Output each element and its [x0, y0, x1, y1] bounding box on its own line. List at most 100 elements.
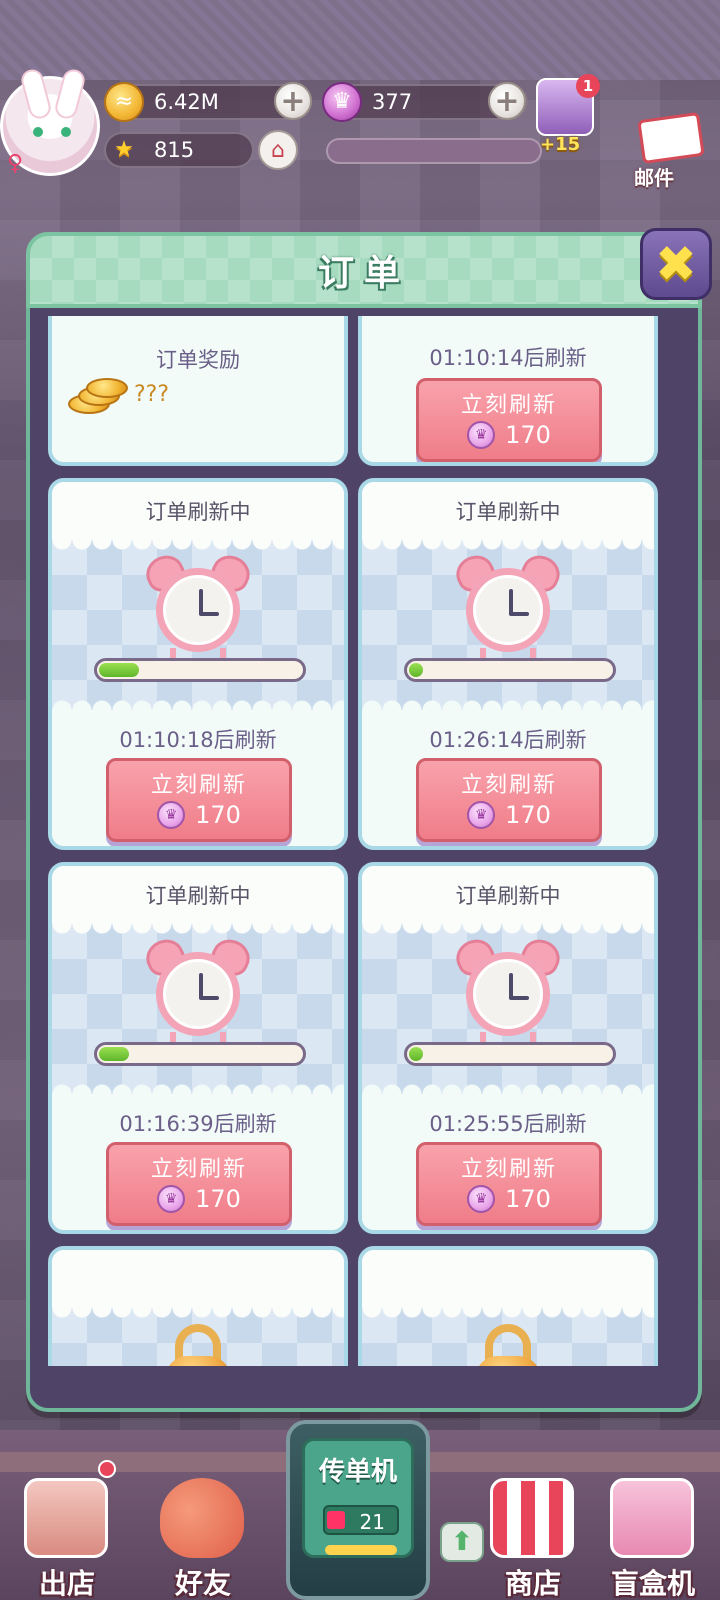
mail-label: 邮件 — [634, 166, 674, 190]
refresh-now-button[interactable]: 立刻刷新 ♛ 170 — [416, 378, 602, 462]
card-status — [362, 1250, 654, 1308]
blind-box-machine-icon — [610, 1478, 694, 1558]
refresh-now-button[interactable]: 立刻刷新 ♛ 170 — [416, 758, 602, 842]
card-status: 订单刷新中 — [362, 482, 654, 540]
coin-amount: 6.42M — [154, 90, 219, 114]
card-footer: 01:26:14后刷新 立刻刷新 ♛ 170 — [362, 710, 654, 846]
nav-blind-box[interactable]: 盲盒机 — [598, 1470, 708, 1600]
progress-fill — [99, 1047, 129, 1061]
close-x-icon: ✖ — [655, 235, 697, 293]
crown-gem-icon: ♛ — [467, 801, 496, 829]
card-status: 订单刷新中 — [362, 866, 654, 924]
upgrade-arrow-button[interactable]: ⬆ — [440, 1522, 484, 1562]
orders-dialog: 订单 ✖ 订单奖励 ??? 01:10:14后刷新 立刻刷新 ♛ 170 订单刷… — [26, 228, 712, 1412]
background-awning — [0, 0, 720, 80]
crown-gem-icon: ♛ — [157, 1185, 186, 1213]
refresh-progress-bar — [94, 658, 306, 682]
button-label: 立刻刷新 — [460, 1157, 557, 1182]
star-counter: ★ 815 — [104, 132, 254, 168]
crown-gem-icon: ♛ — [157, 801, 186, 829]
alarm-clock-icon — [450, 549, 566, 658]
button-label: 立刻刷新 — [460, 773, 557, 798]
card-pattern — [362, 924, 654, 1094]
order-card-locked — [358, 1246, 658, 1366]
orders-scroll-list[interactable]: 订单奖励 ??? 01:10:14后刷新 立刻刷新 ♛ 170 订单刷新中 01… — [48, 316, 678, 1366]
card-pattern — [52, 540, 344, 710]
add-coins-button[interactable]: + — [274, 82, 312, 120]
card-footer: 01:25:55后刷新 立刻刷新 ♛ 170 — [362, 1094, 654, 1230]
button-label: 立刻刷新 — [150, 773, 247, 798]
progress-fill — [99, 663, 139, 677]
refresh-cost: 170 — [505, 421, 551, 449]
card-status: 订单刷新中 — [52, 866, 344, 924]
avatar-ear — [18, 67, 54, 121]
refresh-timer: 01:26:14后刷新 — [429, 728, 587, 752]
crown-gem-icon: ♛ — [467, 421, 496, 449]
refresh-progress-bar — [404, 658, 616, 682]
flyer-progress — [325, 1545, 397, 1555]
refresh-now-button[interactable]: 立刻刷新 ♛ 170 — [416, 1142, 602, 1226]
reward-value: ??? — [134, 382, 170, 407]
progress-fill — [409, 663, 423, 677]
nav-friends[interactable]: 好友 — [148, 1470, 258, 1600]
star-icon: ★ — [114, 137, 134, 162]
reward-title: 订单奖励 — [156, 348, 240, 372]
nav-leave-shop[interactable]: 出店 — [12, 1460, 122, 1600]
order-card-reward: 订单奖励 ??? — [48, 316, 348, 466]
avatar-eye — [61, 127, 71, 137]
padlock-icon — [163, 1324, 233, 1366]
notification-dot — [98, 1460, 116, 1478]
flyer-machine-button[interactable]: 传单机 21 — [286, 1420, 430, 1600]
mail-button[interactable]: 邮件 — [630, 111, 718, 196]
dialog-header: 订单 — [26, 232, 702, 308]
card-footer: 01:10:18后刷新 立刻刷新 ♛ 170 — [52, 710, 344, 846]
order-card: 订单刷新中 01:25:55后刷新 立刻刷新 ♛ 170 — [358, 862, 658, 1234]
nav-shop[interactable]: 商店 — [478, 1470, 588, 1600]
nav-label: 商店 — [504, 1567, 561, 1600]
card-status — [52, 1250, 344, 1308]
refresh-cost: 170 — [505, 1185, 551, 1213]
avatar-ear — [52, 67, 88, 121]
order-card: 订单刷新中 01:10:18后刷新 立刻刷新 ♛ 170 — [48, 478, 348, 850]
character-event-button[interactable]: 1 — [536, 74, 600, 136]
crown-gem-icon: ♛ — [322, 82, 362, 122]
close-button[interactable]: ✖ — [640, 228, 712, 300]
mail-envelope-icon — [637, 111, 705, 165]
refresh-timer: 01:10:18后刷新 — [119, 728, 277, 752]
refresh-cost: 170 — [195, 801, 241, 829]
refresh-now-button[interactable]: 立刻刷新 ♛ 170 — [106, 1142, 292, 1226]
refresh-progress-bar — [404, 1042, 616, 1066]
refresh-now-button[interactable]: 立刻刷新 ♛ 170 — [106, 758, 292, 842]
nav-label: 盲盒机 — [610, 1567, 695, 1600]
map-exit-icon — [24, 1478, 108, 1558]
female-icon: ♀ — [7, 151, 24, 176]
crown-gem-icon: ♛ — [467, 1185, 496, 1213]
card-footer: 01:16:39后刷新 立刻刷新 ♛ 170 — [52, 1094, 344, 1230]
refresh-timer: 01:16:39后刷新 — [119, 1112, 277, 1136]
alarm-clock-icon — [140, 549, 256, 658]
refresh-timer: 01:25:55后刷新 — [429, 1112, 587, 1136]
player-avatar[interactable]: ♀ — [0, 67, 100, 176]
clean-broom-button[interactable]: ⌂ — [258, 130, 298, 170]
heart-friends-icon — [160, 1478, 244, 1558]
refresh-cost: 170 — [505, 801, 551, 829]
padlock-icon — [473, 1324, 543, 1366]
order-card: 订单刷新中 01:16:39后刷新 立刻刷新 ♛ 170 — [48, 862, 348, 1234]
alarm-clock-icon — [140, 933, 256, 1042]
card-pattern — [52, 924, 344, 1094]
refresh-progress-bar — [94, 1042, 306, 1066]
refresh-timer: 01:10:14后刷新 — [429, 346, 587, 370]
add-gems-button[interactable]: + — [488, 82, 526, 120]
order-card: 订单刷新中 01:26:14后刷新 立刻刷新 ♛ 170 — [358, 478, 658, 850]
avatar-eye — [33, 127, 43, 137]
order-card-locked — [48, 1246, 348, 1366]
bonus-star-badge: +15 — [540, 134, 581, 155]
star-amount: 815 — [154, 138, 195, 162]
button-label: 立刻刷新 — [460, 393, 557, 418]
gem-amount: 377 — [372, 90, 413, 114]
calendar-icon — [327, 1511, 345, 1529]
notification-badge: 1 — [576, 74, 600, 98]
refresh-cost: 170 — [195, 1185, 241, 1213]
top-hud: ♀ ≈ 6.42M + ♛ 377 + ★ 815 ⌂ 1 +15 邮件 — [0, 67, 720, 196]
dialog-title: 订单 — [317, 253, 410, 294]
